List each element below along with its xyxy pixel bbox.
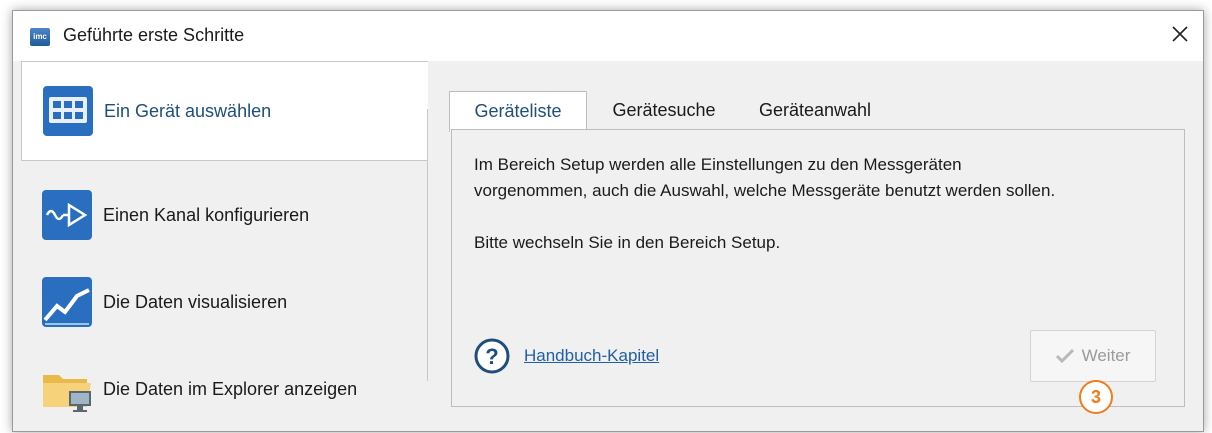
help-section: ? Handbuch-Kapitel <box>474 338 659 374</box>
close-button[interactable] <box>1157 11 1203 61</box>
content-text: Im Bereich Setup werden alle Einstellung… <box>474 152 1074 256</box>
window-title: Geführte erste Schritte <box>63 25 245 45</box>
manual-chapter-link[interactable]: Handbuch-Kapitel <box>524 346 659 366</box>
title-bar: imc Geführte erste Schritte <box>13 11 1203 61</box>
nav-label: Die Daten im Explorer anzeigen <box>103 378 358 399</box>
content-paragraph: Bitte wechseln Sie in den Bereich Setup. <box>474 233 781 252</box>
content-paragraph: Im Bereich Setup werden alle Einstellung… <box>474 155 1056 200</box>
app-icon: imc <box>30 28 50 46</box>
nav-item-configure-channel[interactable]: Einen Kanal konfigurieren <box>21 171 426 259</box>
channel-configure-icon <box>41 189 93 241</box>
nav-label: Die Daten visualisieren <box>103 291 288 312</box>
nav-divider <box>427 109 428 381</box>
tab-device-selection[interactable]: Geräteanwahl <box>745 91 885 129</box>
nav-item-explorer-data[interactable]: Die Daten im Explorer anzeigen <box>21 345 426 433</box>
step-navigation: Ein Gerät auswählen Einen Kanal konfigur… <box>13 61 428 433</box>
step-number-badge: 3 <box>1079 380 1113 414</box>
nav-item-select-device[interactable]: Ein Gerät auswählen <box>21 61 428 161</box>
nav-label: Ein Gerät auswählen <box>104 100 272 121</box>
tab-device-search[interactable]: Gerätesuche <box>599 91 729 129</box>
help-icon[interactable]: ? <box>474 338 510 374</box>
tab-device-list[interactable]: Geräteliste <box>449 91 587 132</box>
dialog-window: imc Geführte erste Schritte Ein Gerät au… <box>12 10 1204 432</box>
checkmark-icon <box>1055 348 1074 364</box>
nav-item-visualize-data[interactable]: Die Daten visualisieren <box>21 258 426 346</box>
chart-visualize-icon <box>41 276 93 328</box>
next-button-label: Weiter <box>1081 346 1131 365</box>
nav-label: Einen Kanal konfigurieren <box>103 204 310 225</box>
close-icon <box>1172 25 1188 47</box>
device-select-icon <box>42 85 94 137</box>
next-button[interactable]: Weiter <box>1030 330 1156 382</box>
folder-explorer-icon <box>41 363 93 415</box>
svg-text:?: ? <box>485 344 498 369</box>
tab-panel: Im Bereich Setup werden alle Einstellung… <box>451 129 1185 407</box>
